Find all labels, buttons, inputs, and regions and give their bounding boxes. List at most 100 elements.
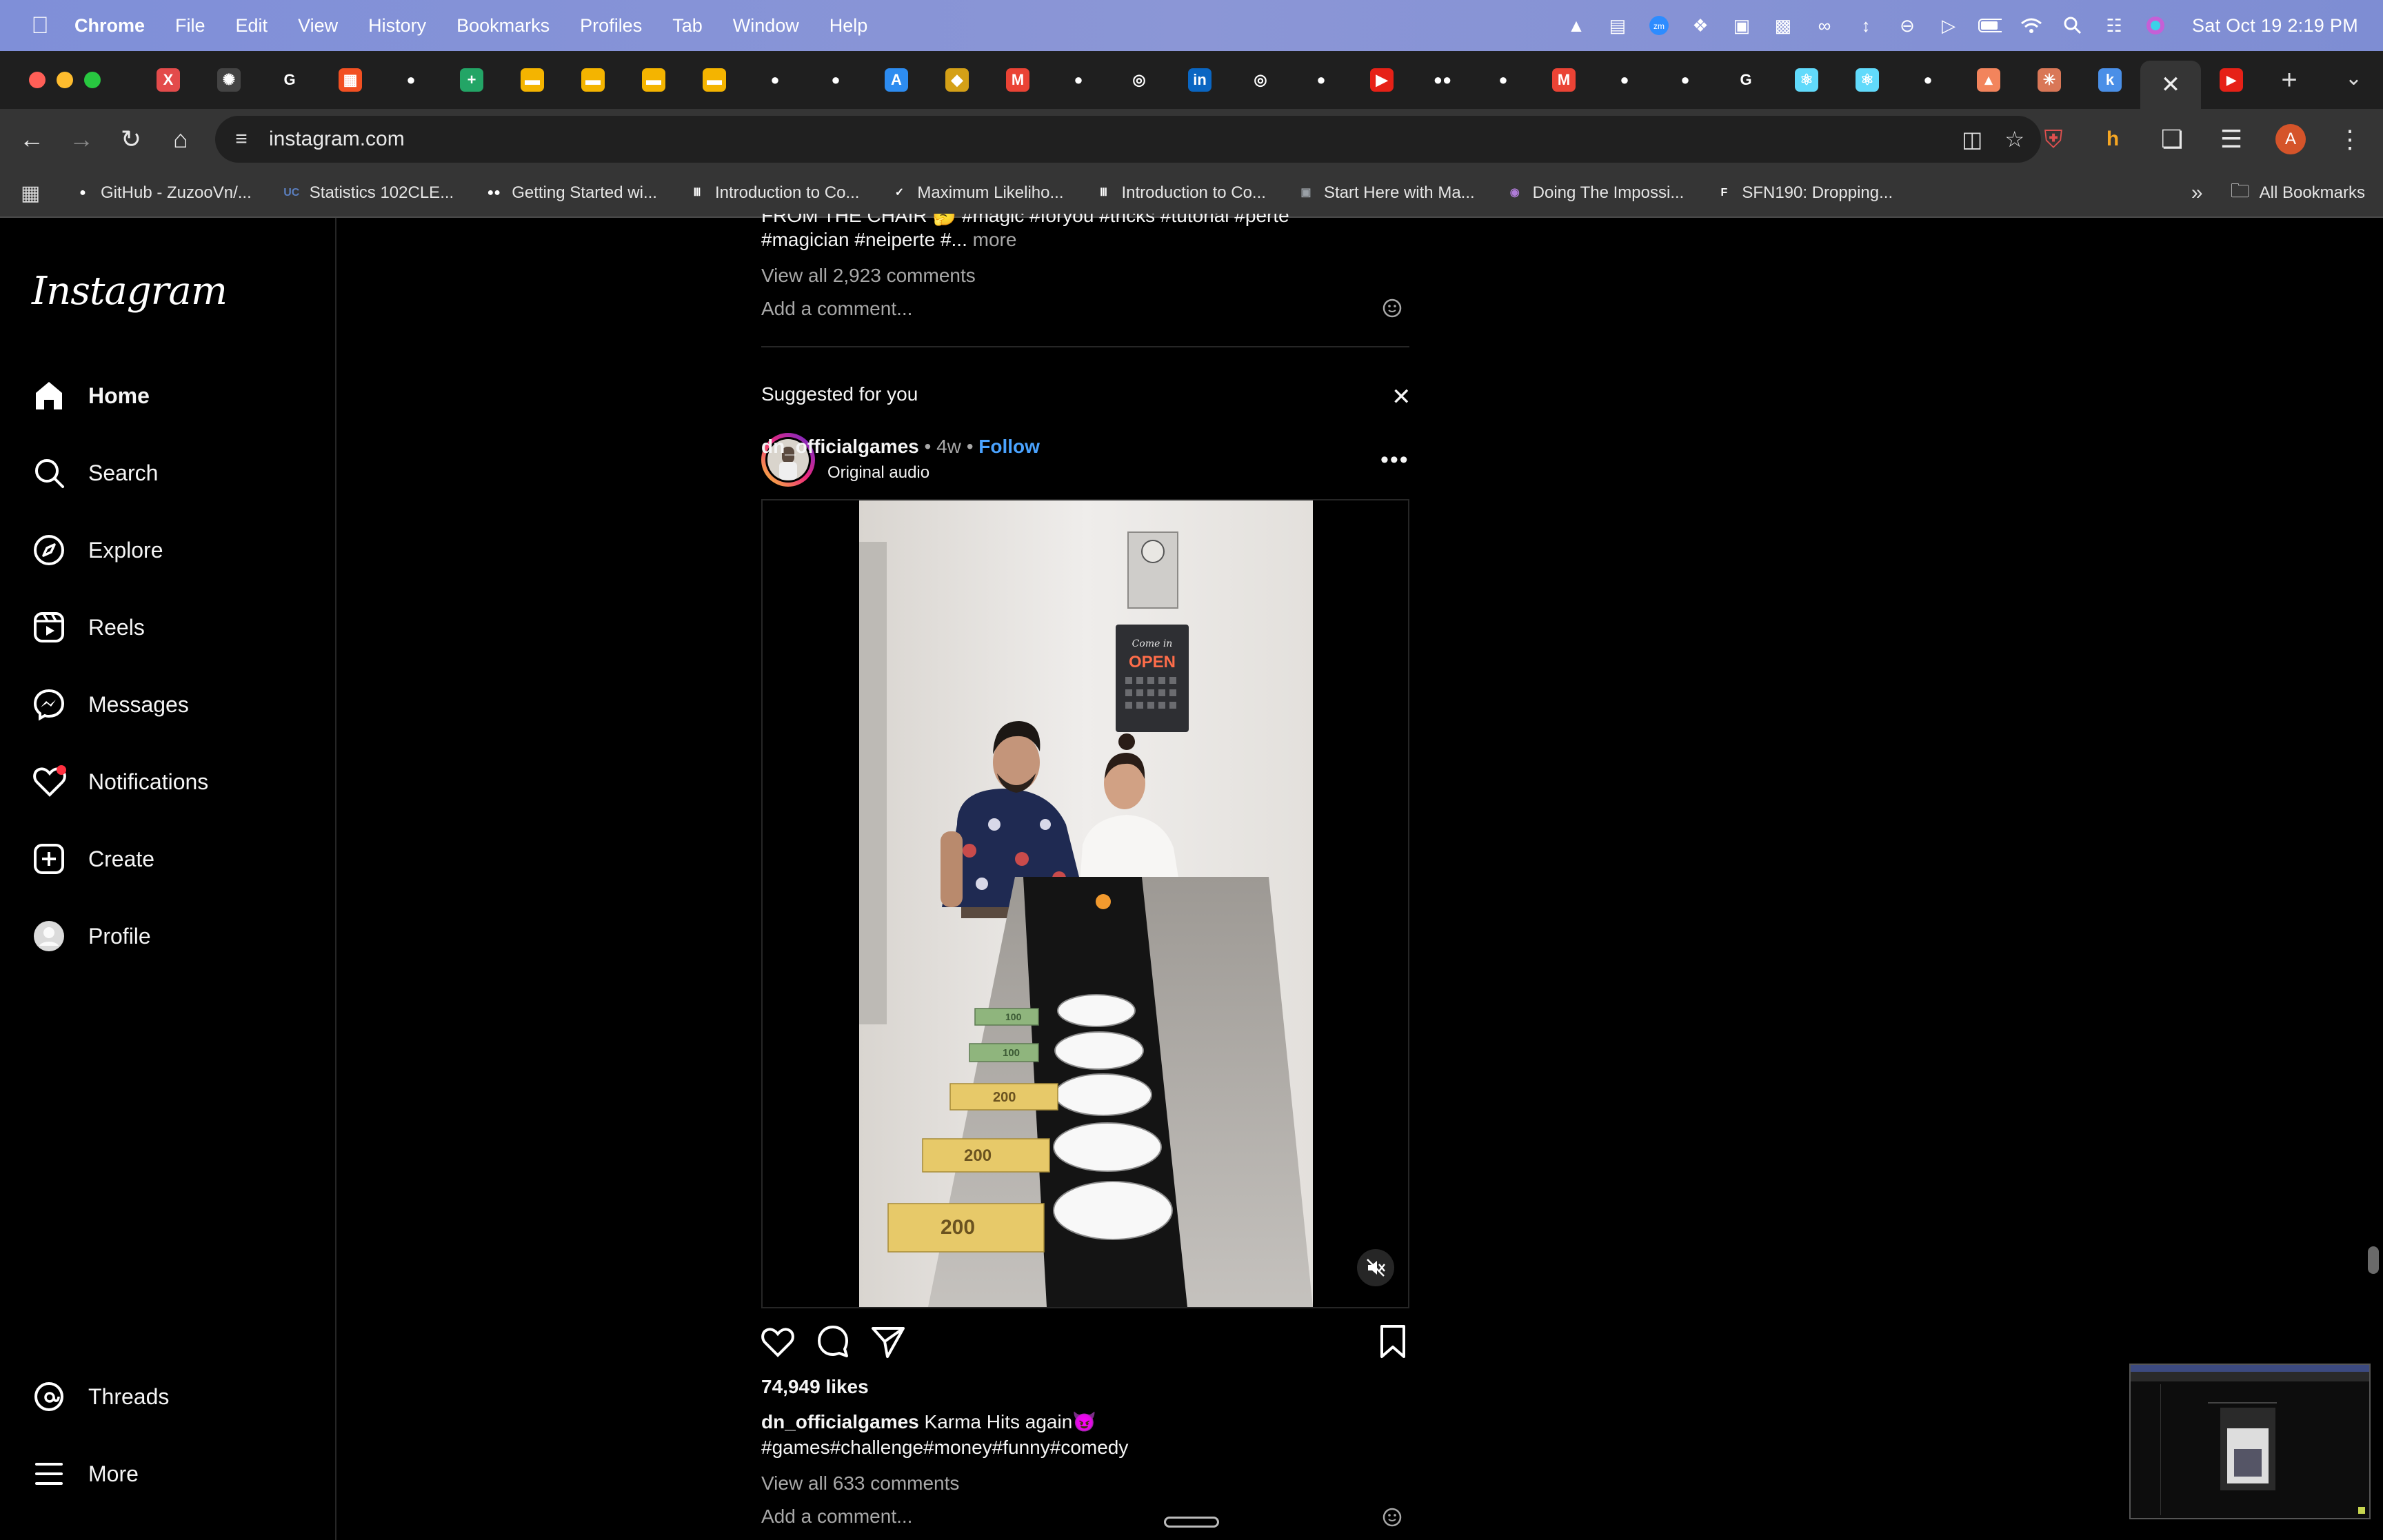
post-video[interactable]: Come in OPEN 100 100 200 200 200 — [859, 500, 1313, 1307]
tab[interactable]: ◆ — [927, 58, 987, 102]
zoom-icon[interactable]: zm — [1647, 15, 1671, 36]
emoji-icon[interactable] — [1382, 1507, 1402, 1531]
extensions-puzzle-icon[interactable]: ❏ — [2147, 114, 2197, 164]
bookmark-star-icon[interactable]: ☆ — [2004, 126, 2024, 152]
menu-window[interactable]: Window — [733, 15, 799, 37]
address-bar[interactable]: ≡ instagram.com ◫ ☆ — [215, 116, 2041, 163]
arrows-icon[interactable]: ↕ — [1854, 15, 1878, 36]
tab[interactable]: X — [138, 58, 199, 102]
sidebar-item-threads[interactable]: Threads — [32, 1376, 169, 1417]
bookmark-item[interactable]: UC Statistics 102CLE... — [282, 183, 454, 203]
siri-icon[interactable] — [2144, 15, 2167, 36]
chrome-menu-icon[interactable]: ⋮ — [2325, 114, 2375, 164]
tab[interactable]: ● — [1594, 58, 1655, 102]
menubar-clock[interactable]: Sat Oct 19 2:19 PM — [2192, 15, 2358, 37]
window-thumbnail-preview[interactable] — [2129, 1364, 2371, 1519]
tab[interactable]: ● — [1898, 58, 1958, 102]
paperclip-icon[interactable]: ∞ — [1813, 15, 1836, 36]
tab[interactable]: ▬ — [684, 58, 745, 102]
tab[interactable]: ● — [381, 58, 441, 102]
reload-button[interactable]: ↻ — [106, 114, 156, 164]
post-age[interactable]: 4w — [936, 436, 961, 457]
tab[interactable]: ✺ — [199, 58, 259, 102]
home-button[interactable]: ⌂ — [156, 114, 205, 164]
new-tab-button[interactable]: + — [2262, 65, 2317, 96]
tab[interactable]: ▬ — [502, 58, 563, 102]
play-circle-icon[interactable]: ▷ — [1937, 15, 1960, 36]
tab[interactable]: ⚛ — [1776, 58, 1837, 102]
prev-post-comment-input[interactable]: Add a comment... — [761, 298, 912, 320]
prev-post-more-link[interactable]: more — [973, 229, 1017, 250]
prev-post-hashtags[interactable]: #magician #neiperte #... — [761, 229, 967, 250]
tab[interactable]: ● — [1048, 58, 1109, 102]
tab[interactable]: ●● — [1412, 58, 1473, 102]
menu-app-chrome[interactable]: Chrome — [74, 15, 145, 37]
clipboard-icon[interactable]: ▣ — [1730, 15, 1753, 36]
tab[interactable]: + — [441, 58, 502, 102]
tab[interactable]: ◎ — [1109, 58, 1169, 102]
battery-icon[interactable] — [1978, 15, 2002, 36]
minimize-window-button[interactable] — [57, 72, 73, 88]
sidebar-item-explore[interactable]: Explore — [32, 529, 163, 571]
tab-search-chevron-icon[interactable]: ⌄ — [2345, 66, 2362, 90]
prev-post-view-comments[interactable]: View all 2,923 comments — [761, 265, 976, 287]
tab[interactable]: ▶ — [1351, 58, 1412, 102]
dismiss-suggestion-icon[interactable]: ✕ — [1391, 383, 1411, 411]
all-bookmarks-button[interactable]: 🗀 All Bookmarks — [2231, 176, 2365, 210]
bookmark-item[interactable]: Ⅲ Introduction to Co... — [1094, 183, 1266, 203]
tab[interactable]: k — [2080, 58, 2140, 102]
bookmark-item[interactable]: ◉ Doing The Impossi... — [1505, 183, 1685, 203]
artstudio-icon[interactable]: ▲ — [1565, 15, 1588, 36]
menu-file[interactable]: File — [175, 15, 205, 37]
post-audio-label[interactable]: Original audio — [827, 463, 929, 483]
bookmark-item[interactable]: ✓ Maximum Likeliho... — [889, 183, 1064, 203]
tab[interactable]: ▬ — [563, 58, 623, 102]
menu-view[interactable]: View — [298, 15, 338, 37]
sidebar-item-messages[interactable]: Messages — [32, 684, 189, 725]
save-bookmark-icon[interactable] — [1374, 1322, 1412, 1361]
tab[interactable]: M — [1534, 58, 1594, 102]
tab-youtube[interactable]: ▶ — [2201, 58, 2262, 102]
tab[interactable]: ▴ — [1958, 58, 2019, 102]
bookmark-item[interactable]: ▣ Start Here with Ma... — [1296, 183, 1474, 203]
tab[interactable]: G — [1716, 58, 1776, 102]
sidebar-item-home[interactable]: Home — [32, 375, 150, 416]
sidebar-item-create[interactable]: Create — [32, 838, 154, 880]
tab[interactable]: ⚛ — [1837, 58, 1898, 102]
tab[interactable]: ✳ — [2019, 58, 2080, 102]
honey-extension-icon[interactable]: h — [2088, 114, 2138, 164]
post-hashtags[interactable]: #games#challenge#money#funny#comedy — [761, 1437, 1128, 1459]
tab[interactable]: ● — [1473, 58, 1534, 102]
back-button[interactable]: ← — [7, 114, 57, 164]
zoom-window-button[interactable] — [84, 72, 101, 88]
tab[interactable]: ● — [1655, 58, 1716, 102]
tab[interactable]: A — [866, 58, 927, 102]
istat-icon[interactable]: ▤ — [1606, 15, 1629, 36]
sidebar-item-search[interactable]: Search — [32, 452, 158, 494]
comment-bubble-icon[interactable] — [814, 1322, 852, 1361]
instagram-logo[interactable]: Instagram — [32, 269, 228, 314]
menu-tab[interactable]: Tab — [672, 15, 703, 37]
share-send-icon[interactable] — [869, 1322, 907, 1361]
tab[interactable]: G — [259, 58, 320, 102]
spotlight-search-icon[interactable] — [2061, 15, 2084, 36]
tab[interactable]: in — [1169, 58, 1230, 102]
menu-help[interactable]: Help — [829, 15, 868, 37]
sidebar-item-notifications[interactable]: Notifications — [32, 761, 208, 802]
tab[interactable]: ● — [1291, 58, 1351, 102]
site-settings-icon[interactable]: ≡ — [226, 128, 257, 151]
toolbox-icon[interactable]: ▩ — [1771, 15, 1795, 36]
mute-toggle-button[interactable] — [1357, 1249, 1394, 1286]
control-center-icon[interactable]: ☷ — [2102, 15, 2126, 36]
tab[interactable]: ● — [805, 58, 866, 102]
post-options-icon[interactable]: ••• — [1380, 447, 1409, 474]
apple-icon[interactable]:  — [26, 12, 54, 39]
profile-avatar-button[interactable]: A — [2266, 114, 2315, 164]
bookmark-item[interactable]: F SFN190: Dropping... — [1714, 183, 1893, 203]
tab[interactable]: ▬ — [623, 58, 684, 102]
tab-instagram-active[interactable]: ✕ — [2140, 61, 2201, 109]
follow-button[interactable]: Follow — [978, 436, 1040, 457]
tab[interactable]: M — [987, 58, 1048, 102]
forward-button[interactable]: → — [57, 114, 106, 164]
sidebar-item-more[interactable]: More — [32, 1453, 139, 1495]
